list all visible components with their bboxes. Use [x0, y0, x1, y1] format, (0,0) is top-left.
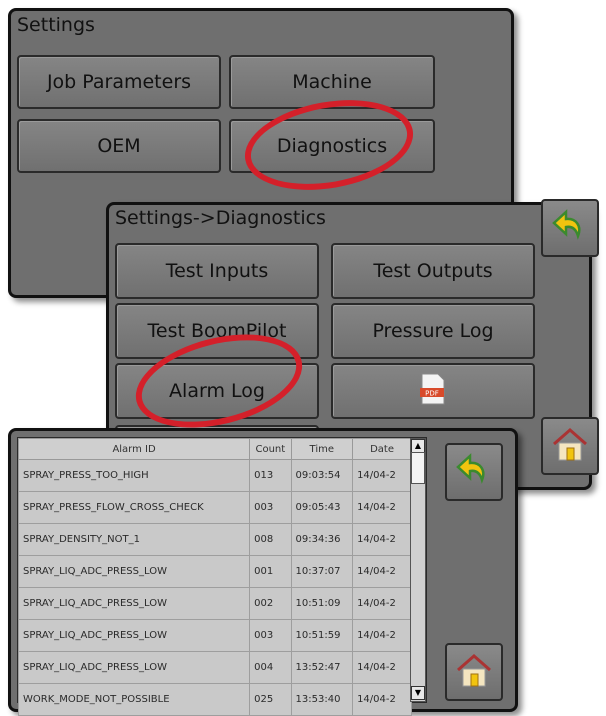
back-button[interactable] [541, 199, 599, 257]
diagnostics-button[interactable]: Diagnostics [229, 119, 435, 173]
home-icon [550, 424, 590, 468]
scroll-thumb[interactable] [411, 452, 425, 484]
test-inputs-button[interactable]: Test Inputs [115, 243, 319, 299]
test-boompilot-button[interactable]: Test BoomPilot [115, 303, 319, 359]
table-header-row: Alarm ID Count Time Date [17, 438, 412, 460]
back-arrow-icon [550, 206, 590, 250]
table-row[interactable]: SPRAY_PRESS_TOO_HIGH 013 09:03:54 14/04-2 [17, 459, 412, 492]
column-header[interactable]: Time [290, 438, 354, 460]
column-header[interactable]: Date [352, 438, 412, 460]
alarm-log-panel: Alarm ID Count Time Date SPRAY_PRESS_TOO… [8, 428, 518, 716]
machine-button[interactable]: Machine [229, 55, 435, 109]
column-header[interactable]: Count [249, 438, 292, 460]
page-title: Settings->Diagnostics [115, 207, 326, 229]
table-row[interactable]: SPRAY_LIQ_ADC_PRESS_LOW 003 10:51:59 14/04-… [17, 619, 412, 652]
alarm-table: Alarm ID Count Time Date SPRAY_PRESS_TOO… [17, 438, 412, 716]
pdf-icon: PDF [420, 373, 446, 410]
table-row[interactable]: SPRAY_LIQ_ADC_PRESS_LOW 002 10:51:09 14/04-… [17, 587, 412, 620]
svg-text:PDF: PDF [425, 389, 439, 397]
job-parameters-button[interactable]: Job Parameters [17, 55, 221, 109]
back-arrow-icon [454, 450, 494, 494]
scroll-up-arrow-icon[interactable]: ▲ [411, 439, 425, 453]
pressure-log-button[interactable]: Pressure Log [331, 303, 535, 359]
table-row[interactable]: SPRAY_LIQ_ADC_PRESS_LOW 004 13:52:47 14/04-… [17, 651, 412, 684]
pdf-export-button[interactable]: PDF [331, 363, 535, 419]
page-title: Settings [17, 14, 95, 36]
back-button[interactable] [445, 443, 503, 501]
table-row[interactable]: SPRAY_LIQ_ADC_PRESS_LOW 001 10:37:07 14/04-… [17, 555, 412, 588]
table-row[interactable]: SPRAY_DENSITY_NOT_1 008 09:34:36 14/04-2 [17, 523, 412, 556]
column-header[interactable]: Alarm ID [17, 438, 251, 460]
table-row[interactable]: WORK_MODE_NOT_POSSIBLE 025 13:53:40 14/04-2 [17, 683, 412, 716]
scroll-down-arrow-icon[interactable]: ▼ [411, 686, 425, 700]
home-icon [454, 650, 494, 694]
alarm-table-container: Alarm ID Count Time Date SPRAY_PRESS_TOO… [17, 437, 427, 716]
oem-button[interactable]: OEM [17, 119, 221, 173]
table-row[interactable]: SPRAY_PRESS_FLOW_CROSS_CHECK 003 09:05:43 1… [17, 491, 412, 524]
home-button[interactable] [541, 417, 599, 475]
test-outputs-button[interactable]: Test Outputs [331, 243, 535, 299]
alarm-log-button[interactable]: Alarm Log [115, 363, 319, 419]
home-button[interactable] [445, 643, 503, 701]
